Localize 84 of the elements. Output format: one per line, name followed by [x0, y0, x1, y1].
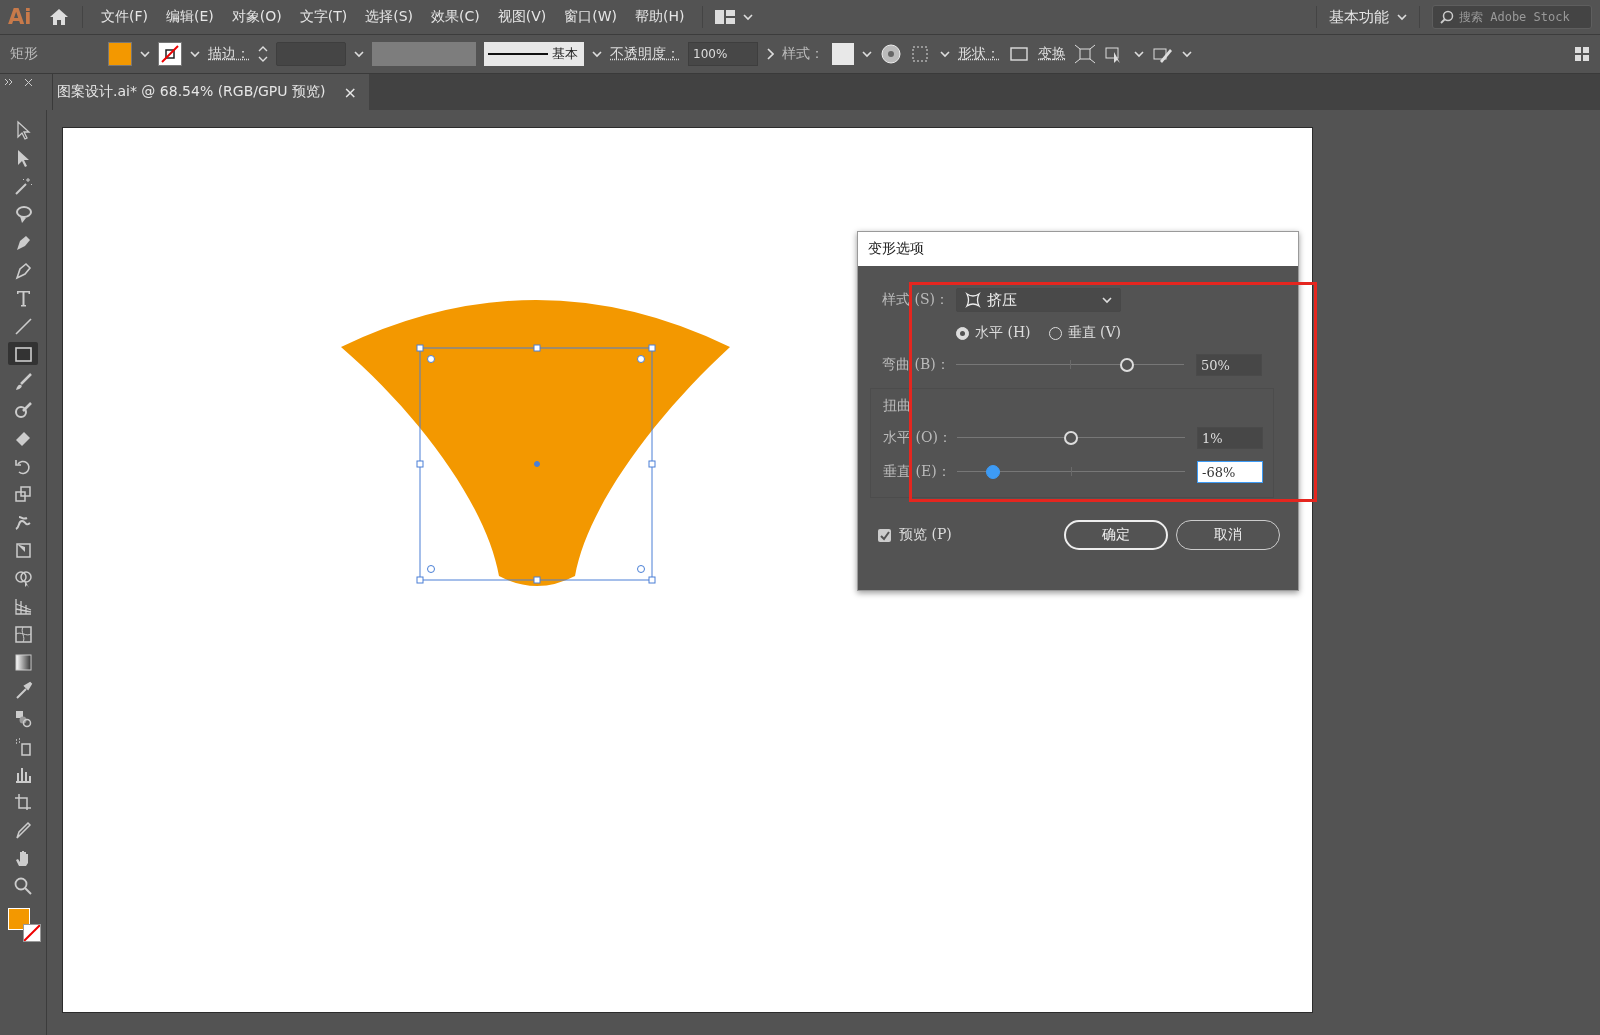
stroke-line-icon [488, 52, 548, 56]
no-stroke-swatch[interactable] [23, 924, 41, 942]
fit-icon[interactable] [1074, 44, 1096, 64]
fill-color-swatch[interactable] [8, 908, 30, 930]
close-icon[interactable] [24, 78, 33, 87]
dialog-button[interactable]: 确定 [1064, 520, 1168, 550]
no-stroke-swatch[interactable] [158, 42, 182, 66]
stepper-icon[interactable] [258, 44, 268, 64]
lasso-icon [13, 203, 33, 224]
scale-icon [13, 483, 33, 504]
slider-thumb[interactable] [986, 465, 1001, 479]
group-title: 扭曲 [883, 397, 912, 415]
slider-track[interactable] [956, 358, 1184, 372]
artboard-icon [13, 791, 33, 812]
globe-icon[interactable] [880, 43, 902, 65]
chevron-icon[interactable] [940, 50, 950, 58]
layout-icon[interactable] [715, 10, 738, 24]
chevron-icon[interactable] [1397, 13, 1407, 21]
field-label: 垂直 (E)： [883, 463, 951, 481]
checkbox-label: 预览 (P) [899, 526, 952, 544]
mesh-icon [13, 623, 33, 644]
menu-item[interactable]: 文字(T) [293, 6, 354, 28]
squeeze-icon [965, 292, 981, 308]
style-label: 样式： [782, 45, 824, 63]
wand-icon [13, 175, 33, 196]
brush-icon [13, 399, 33, 420]
app-logo: Ai [8, 5, 33, 29]
brush-icon [13, 371, 33, 392]
preview-checkbox[interactable] [878, 528, 891, 542]
menu-item[interactable]: 窗口(W) [558, 6, 623, 28]
opacity-field[interactable]: 100% [688, 42, 758, 66]
menu-item[interactable]: 视图(V) [491, 6, 553, 28]
opacity-label[interactable]: 不透明度： [610, 45, 680, 63]
workspace-switcher[interactable]: 基本功能 [1329, 7, 1407, 27]
style-dropdown[interactable]: 挤压 [956, 288, 1121, 312]
chevron-right-icon[interactable] [766, 48, 774, 60]
chevron-icon[interactable] [862, 50, 872, 58]
search-field[interactable]: 搜索 Adobe Stock [1432, 5, 1592, 29]
slider-track[interactable] [957, 465, 1185, 479]
chevron-icon[interactable] [1182, 50, 1192, 58]
menu-item[interactable]: 对象(O) [225, 6, 288, 28]
chevron-icon[interactable] [743, 13, 754, 21]
search-icon [1439, 10, 1455, 24]
shape-label[interactable]: 形状： [958, 45, 1000, 63]
slider-track[interactable] [957, 431, 1185, 445]
chevron-icon[interactable] [354, 50, 364, 58]
stroke-profile-dropdown[interactable]: 基本 [484, 42, 584, 66]
field-label: 水平 (O)： [883, 429, 951, 447]
radio-option[interactable]: 水平 (H) [956, 324, 1031, 342]
field-label: 弯曲 (B)： [882, 356, 950, 374]
panel-grid-icon[interactable] [1574, 46, 1590, 62]
menu-item[interactable]: 选择(S) [359, 6, 419, 28]
chevron-icon[interactable] [1102, 296, 1112, 304]
home-icon[interactable] [48, 7, 70, 27]
chevron-icon[interactable] [592, 50, 602, 58]
chevron-icon[interactable] [1134, 50, 1144, 58]
style-swatch[interactable] [832, 43, 854, 65]
expand-icon[interactable] [4, 78, 14, 86]
radio-option[interactable]: 垂直 (V) [1048, 324, 1122, 342]
menu-item[interactable]: 效果(C) [425, 6, 486, 28]
value-field[interactable]: 50% [1196, 354, 1262, 376]
close-tab-button[interactable]: × [343, 82, 357, 102]
document-title: 图案设计.ai* @ 68.54% (RGB/GPU 预览) [57, 83, 326, 101]
menu-item[interactable]: 文件(F) [95, 6, 154, 28]
dialog-button[interactable]: 取消 [1176, 520, 1280, 550]
object-type-label: 矩形 [10, 45, 39, 63]
document-tab[interactable]: 图案设计.ai* @ 68.54% (RGB/GPU 预览) × [53, 74, 369, 110]
field-label: 样式 (S)： [882, 291, 950, 309]
rectangle-icon[interactable] [1008, 45, 1030, 63]
value-field[interactable]: -68% [1197, 461, 1263, 483]
chevron-icon[interactable] [190, 50, 200, 58]
menu-item[interactable]: 帮助(H) [629, 6, 691, 28]
line-icon [13, 315, 33, 336]
gradient-icon [13, 651, 33, 672]
search-icon [13, 875, 33, 896]
dialog-title: 变形选项 [858, 232, 1298, 266]
spray-icon [13, 735, 33, 756]
stroke-label[interactable]: 描边： [208, 45, 250, 63]
fill-swatch[interactable] [108, 42, 132, 66]
tool-button[interactable] [8, 342, 38, 365]
chevron-icon[interactable] [140, 50, 150, 58]
value-field[interactable]: 1% [1197, 427, 1263, 449]
transform-label[interactable]: 变换 [1038, 45, 1066, 63]
menu-item[interactable]: 编辑(E) [160, 6, 220, 28]
